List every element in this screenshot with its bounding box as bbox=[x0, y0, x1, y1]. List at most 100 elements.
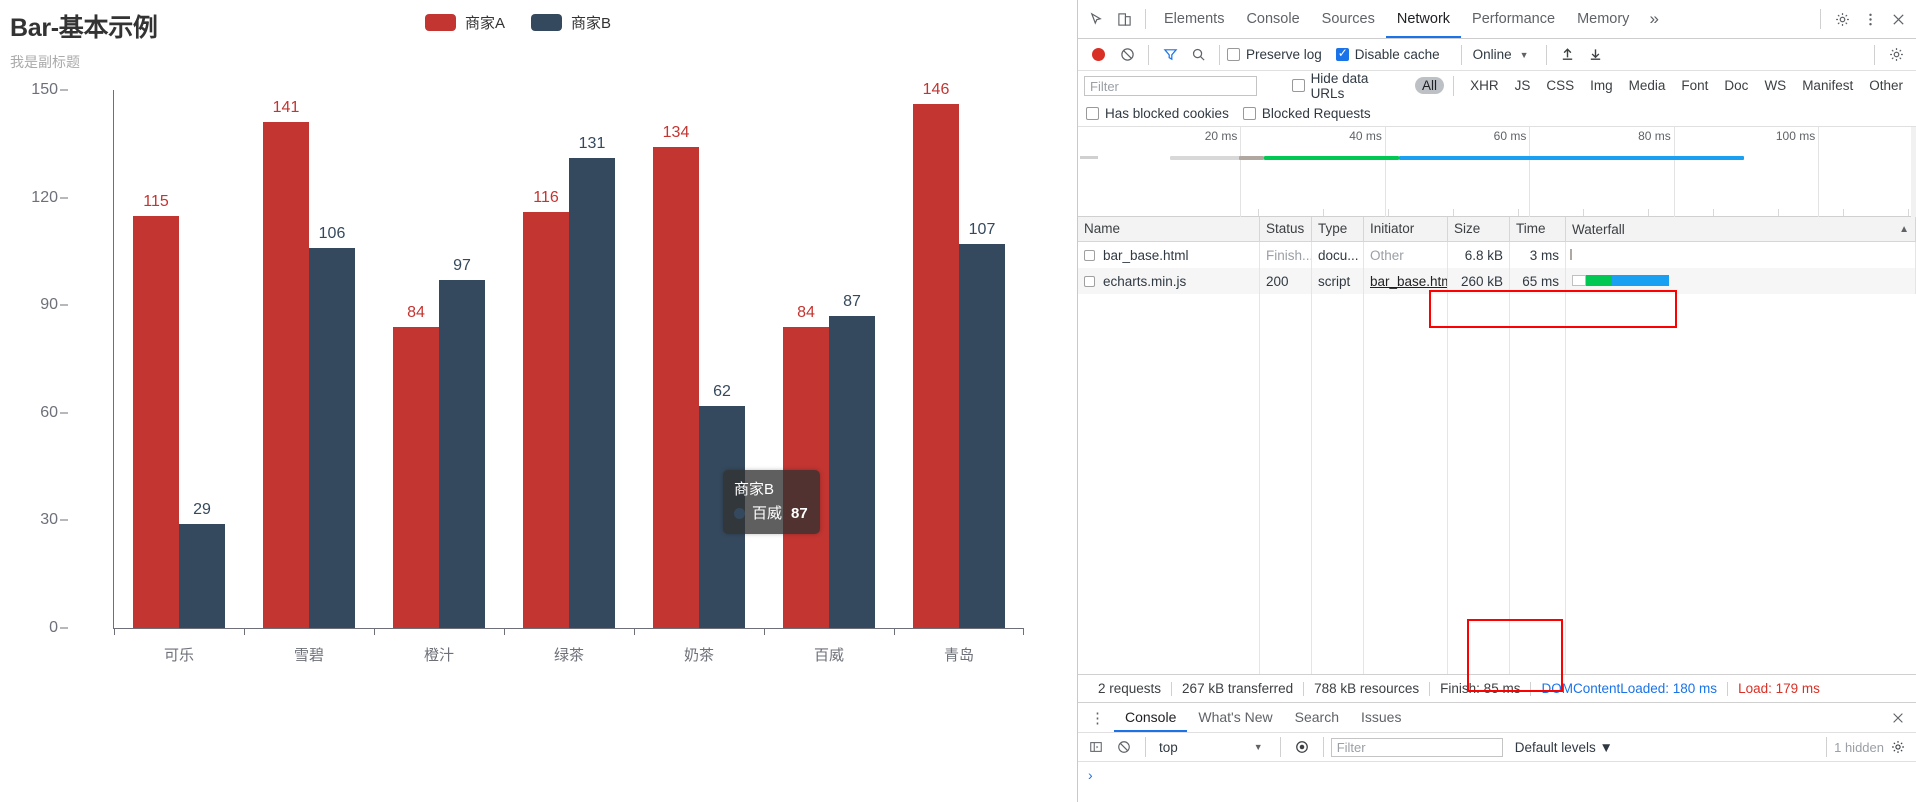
row-checkbox[interactable] bbox=[1084, 275, 1095, 287]
type-filter-other[interactable]: Other bbox=[1862, 77, 1910, 94]
type-filter-ws[interactable]: WS bbox=[1757, 77, 1793, 94]
type-filter-js[interactable]: JS bbox=[1508, 77, 1538, 94]
row-checkbox[interactable] bbox=[1084, 249, 1095, 261]
inspect-element-icon[interactable] bbox=[1082, 5, 1110, 33]
search-icon[interactable] bbox=[1184, 41, 1212, 69]
preserve-log-checkbox[interactable] bbox=[1227, 48, 1240, 61]
bar-column[interactable]: 29 bbox=[179, 90, 225, 628]
console-levels-select[interactable]: Default levels ▼ bbox=[1515, 740, 1613, 755]
table-row[interactable]: echarts.min.js 200 script bar_base.html … bbox=[1078, 268, 1916, 294]
bar-column[interactable]: 106 bbox=[309, 90, 355, 628]
console-filter-input[interactable]: Filter bbox=[1330, 737, 1503, 757]
type-filter-img[interactable]: Img bbox=[1583, 77, 1620, 94]
column-header-name[interactable]: Name bbox=[1078, 217, 1260, 241]
console-output[interactable]: › bbox=[1078, 762, 1916, 802]
more-tabs-button[interactable]: » bbox=[1640, 0, 1667, 38]
column-header-type[interactable]: Type bbox=[1312, 217, 1364, 241]
tooltip-row: 百威 87 bbox=[734, 503, 808, 525]
settings-gear-icon[interactable] bbox=[1828, 5, 1856, 33]
console-sidebar-toggle-icon[interactable] bbox=[1082, 733, 1110, 761]
bar[interactable] bbox=[829, 315, 875, 628]
export-har-icon[interactable] bbox=[1582, 41, 1610, 69]
network-filter-input[interactable]: Filter bbox=[1084, 75, 1258, 96]
cell-name[interactable]: echarts.min.js bbox=[1078, 268, 1260, 294]
drawer-tab-issues[interactable]: Issues bbox=[1350, 703, 1412, 732]
column-header-initiator[interactable]: Initiator bbox=[1364, 217, 1448, 241]
type-filter-manifest[interactable]: Manifest bbox=[1795, 77, 1860, 94]
console-context-select[interactable]: top bbox=[1159, 740, 1178, 755]
chevron-down-icon[interactable]: ▼ bbox=[1254, 742, 1263, 752]
drawer-tab-search[interactable]: Search bbox=[1284, 703, 1350, 732]
console-settings-gear-icon[interactable] bbox=[1884, 733, 1912, 761]
console-live-expression-icon[interactable] bbox=[1288, 733, 1316, 761]
close-drawer-icon[interactable] bbox=[1884, 704, 1912, 732]
bar[interactable] bbox=[309, 247, 355, 628]
clear-console-icon[interactable] bbox=[1110, 733, 1138, 761]
blocked-requests-checkbox[interactable] bbox=[1242, 106, 1256, 120]
bar-column[interactable]: 107 bbox=[959, 90, 1005, 628]
bar-column[interactable]: 116 bbox=[523, 90, 569, 628]
bar[interactable] bbox=[263, 122, 309, 628]
network-settings-gear-icon[interactable] bbox=[1882, 41, 1910, 69]
bar-column[interactable]: 84 bbox=[783, 90, 829, 628]
bar-column[interactable]: 134 bbox=[653, 90, 699, 628]
overview-bottom-tick bbox=[1583, 209, 1584, 216]
bar-column[interactable]: 62 bbox=[699, 90, 745, 628]
type-filter-xhr[interactable]: XHR bbox=[1463, 77, 1506, 94]
cell-name[interactable]: bar_base.html bbox=[1078, 242, 1260, 268]
network-overview-timeline[interactable]: 20 ms 40 ms 60 ms 80 ms 100 ms bbox=[1078, 127, 1916, 217]
column-header-status[interactable]: Status bbox=[1260, 217, 1312, 241]
bar[interactable] bbox=[393, 326, 439, 628]
has-blocked-cookies-checkbox[interactable] bbox=[1086, 106, 1099, 120]
type-filter-doc[interactable]: Doc bbox=[1717, 77, 1755, 94]
column-header-waterfall[interactable]: Waterfall ▲ bbox=[1566, 217, 1916, 241]
chevron-down-icon[interactable]: ▼ bbox=[1520, 50, 1529, 60]
drawer-tab-console[interactable]: Console bbox=[1114, 703, 1187, 732]
drawer-tab-whats-new[interactable]: What's New bbox=[1187, 703, 1283, 732]
import-har-icon[interactable] bbox=[1554, 41, 1582, 69]
bar[interactable] bbox=[133, 215, 179, 628]
bar-column[interactable]: 97 bbox=[439, 90, 485, 628]
bar[interactable] bbox=[179, 524, 225, 628]
bar-column[interactable]: 87 bbox=[829, 90, 875, 628]
tab-console[interactable]: Console bbox=[1235, 0, 1310, 38]
type-filter-font[interactable]: Font bbox=[1674, 77, 1715, 94]
record-button-icon[interactable] bbox=[1092, 48, 1105, 61]
bar-column[interactable]: 115 bbox=[133, 90, 179, 628]
bar[interactable] bbox=[439, 280, 485, 628]
column-header-time[interactable]: Time bbox=[1510, 217, 1566, 241]
tab-performance[interactable]: Performance bbox=[1461, 0, 1566, 38]
more-options-icon[interactable] bbox=[1856, 5, 1884, 33]
bar[interactable] bbox=[653, 147, 699, 628]
legend-item-merchant-b[interactable]: 商家B bbox=[531, 12, 611, 33]
close-devtools-icon[interactable] bbox=[1884, 5, 1912, 33]
bar-column[interactable]: 146 bbox=[913, 81, 959, 628]
throttling-select[interactable]: Online bbox=[1473, 47, 1512, 62]
column-header-size[interactable]: Size bbox=[1448, 217, 1510, 241]
toggle-device-toolbar-icon[interactable] bbox=[1110, 5, 1138, 33]
type-filter-all[interactable]: All bbox=[1415, 77, 1445, 94]
filter-funnel-icon[interactable] bbox=[1156, 41, 1184, 69]
cell-initiator[interactable]: bar_base.html bbox=[1364, 268, 1448, 294]
type-filter-css[interactable]: CSS bbox=[1539, 77, 1581, 94]
bar[interactable] bbox=[569, 158, 615, 628]
bar-column[interactable]: 131 bbox=[569, 90, 615, 628]
table-row[interactable]: bar_base.html Finish... docu... Other 6.… bbox=[1078, 242, 1916, 268]
tab-sources[interactable]: Sources bbox=[1311, 0, 1386, 38]
initiator-link[interactable]: bar_base.html bbox=[1370, 274, 1447, 289]
drawer-more-options-icon[interactable]: ⋮ bbox=[1082, 709, 1114, 727]
tab-elements[interactable]: Elements bbox=[1153, 0, 1235, 38]
clear-network-log-icon[interactable] bbox=[1113, 41, 1141, 69]
type-filter-media[interactable]: Media bbox=[1622, 77, 1673, 94]
hide-data-urls-checkbox[interactable] bbox=[1291, 79, 1305, 92]
tab-memory[interactable]: Memory bbox=[1566, 0, 1640, 38]
bar-column[interactable]: 84 bbox=[393, 90, 439, 628]
legend-item-merchant-a[interactable]: 商家A bbox=[424, 12, 505, 33]
overview-scrollbar[interactable] bbox=[1911, 127, 1916, 217]
bar[interactable] bbox=[913, 104, 959, 628]
disable-cache-checkbox[interactable] bbox=[1335, 46, 1349, 61]
bar[interactable] bbox=[523, 211, 569, 628]
tab-network[interactable]: Network bbox=[1386, 0, 1461, 38]
bar-column[interactable]: 141 bbox=[263, 90, 309, 628]
bar[interactable] bbox=[959, 244, 1005, 628]
